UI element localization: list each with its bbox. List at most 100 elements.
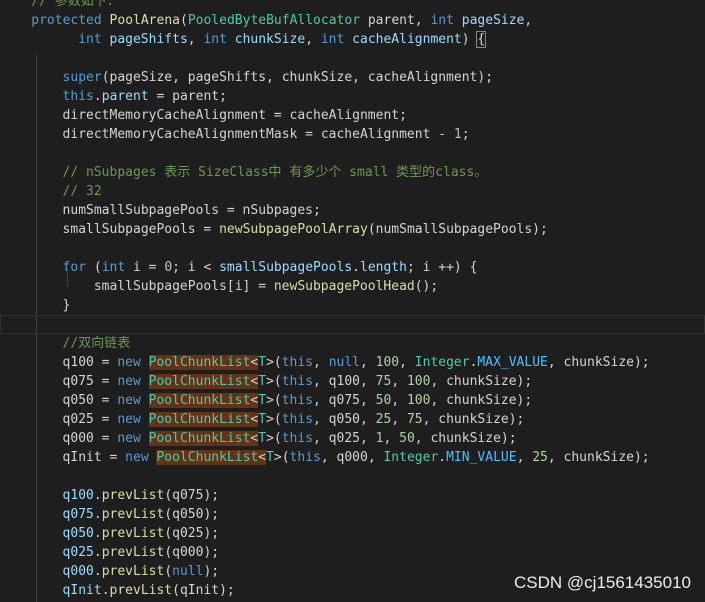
code-line[interactable]: q025.prevList(q000);: [0, 543, 705, 562]
code-token: newSubpagePoolArray: [219, 222, 368, 237]
code-token: 0: [164, 260, 173, 275]
code-line[interactable]: directMemoryCacheAlignment = cacheAlignm…: [0, 106, 705, 125]
code-token: q000: [62, 564, 94, 579]
code-token: prevList: [101, 488, 165, 503]
code-token: // 参数如下：: [31, 0, 120, 9]
code-line[interactable]: directMemoryCacheAlignmentMask = cacheAl…: [0, 125, 705, 144]
code-text: q025.prevList(q000);: [63, 543, 220, 562]
code-token: smallSubpagePools: [219, 260, 353, 275]
code-line[interactable]: q050.prevList(q025);: [0, 524, 705, 543]
code-token: 100: [375, 355, 400, 370]
code-token: ,: [305, 32, 321, 47]
code-line[interactable]: // nSubpages 表示 SizeClass中 有多少个 small 类型…: [0, 163, 705, 182]
code-token: .: [101, 583, 110, 598]
code-line[interactable]: for (int i = 0; i < smallSubpagePools.le…: [0, 258, 705, 277]
code-line[interactable]: // 32: [0, 182, 705, 201]
code-line[interactable]: protected PoolArena(PooledByteBufAllocat…: [0, 11, 705, 30]
code-token: q075: [62, 507, 94, 522]
code-text: // nSubpages 表示 SizeClass中 有多少个 small 类型…: [63, 163, 488, 182]
code-token: 25: [375, 412, 392, 427]
code-token: .: [93, 545, 102, 560]
code-line[interactable]: smallSubpagePools = newSubpagePoolArray(…: [0, 220, 705, 239]
code-token: Integer: [414, 355, 470, 370]
code-token: .: [93, 526, 102, 541]
code-token: T: [258, 412, 267, 427]
code-line[interactable]: }: [0, 296, 705, 315]
code-line[interactable]: super(pageSize, pageShifts, chunkSize, c…: [0, 68, 705, 87]
code-text: //双向链表: [63, 334, 131, 353]
code-token: this: [281, 431, 314, 446]
code-line[interactable]: q100 = new PoolChunkList<T>(this, null, …: [0, 353, 705, 372]
code-token: (q025);: [164, 526, 220, 541]
code-token: >(: [266, 431, 282, 446]
code-line[interactable]: smallSubpagePools[i] = newSubpagePoolHea…: [0, 277, 705, 296]
code-token: , q075,: [313, 393, 376, 408]
code-editor[interactable]: // 参数如下： protected PoolArena(PooledByteBu…: [0, 0, 705, 602]
code-line[interactable]: [0, 467, 705, 486]
code-line[interactable]: q025 = new PoolChunkList<T>(this, q050, …: [0, 410, 705, 429]
code-token: q025: [62, 545, 94, 560]
code-line[interactable]: int pageShifts, int chunkSize, int cache…: [0, 30, 705, 49]
code-text: q050.prevList(q025);: [63, 524, 220, 543]
code-text: // 32: [63, 182, 102, 201]
code-line[interactable]: [0, 239, 705, 258]
code-line[interactable]: [0, 144, 705, 163]
code-token: this: [281, 412, 314, 427]
code-line[interactable]: // 参数如下：: [0, 0, 705, 11]
code-line[interactable]: [0, 49, 705, 68]
code-line[interactable]: //双向链表: [0, 334, 705, 353]
code-line[interactable]: qInit = new PoolChunkList<T>(this, q000,…: [0, 448, 705, 467]
code-token: (q000);: [164, 545, 220, 560]
code-line[interactable]: numSmallSubpagePools = nSubpages;: [0, 201, 705, 220]
code-token: prevList: [101, 564, 165, 579]
current-line[interactable]: [0, 315, 705, 334]
code-token: , chunkSize);: [430, 393, 533, 408]
code-token: new: [117, 355, 141, 370]
code-text: q100.prevList(q075);: [63, 486, 220, 505]
code-token: 75: [375, 374, 392, 389]
code-token: PooledByteBufAllocator: [187, 13, 361, 28]
code-token: );: [203, 564, 220, 579]
code-token: , q025,: [313, 431, 376, 446]
code-token: ,: [391, 374, 407, 389]
code-token: ; i <: [172, 260, 220, 275]
code-token: PoolChunkList: [148, 374, 251, 389]
code-token: directMemoryCacheAlignmentMask = cacheAl…: [62, 127, 454, 142]
code-token: PoolChunkList: [148, 431, 251, 446]
code-line[interactable]: q075.prevList(q050);: [0, 505, 705, 524]
code-token: parent,: [360, 13, 431, 28]
code-token: >(: [266, 355, 282, 370]
code-token: q100 =: [62, 355, 118, 370]
code-token: this: [289, 450, 321, 465]
code-line[interactable]: q100.prevList(q075);: [0, 486, 705, 505]
code-token: , chunkSize);: [547, 355, 650, 370]
code-token: super: [62, 70, 102, 85]
code-token: >(: [266, 412, 282, 427]
code-token: T: [258, 374, 267, 389]
code-text: smallSubpagePools[i] = newSubpagePoolHea…: [94, 277, 438, 296]
watermark-text: CSDN @cj1561435010: [514, 573, 691, 592]
code-token: length: [360, 260, 407, 275]
code-line[interactable]: q075 = new PoolChunkList<T>(this, q100, …: [0, 372, 705, 391]
code-token: MIN_VALUE: [446, 450, 517, 465]
code-token: cacheAlignment: [352, 32, 462, 47]
code-text: }: [63, 296, 71, 315]
code-token: 1: [453, 127, 462, 142]
code-line[interactable]: q050 = new PoolChunkList<T>(this, q075, …: [0, 391, 705, 410]
code-line[interactable]: this.parent = parent;: [0, 87, 705, 106]
code-token: qInit =: [62, 450, 126, 465]
code-token: >(: [266, 374, 282, 389]
code-token: T: [258, 355, 267, 370]
code-token: prevList: [101, 507, 165, 522]
code-token: , q050,: [313, 412, 376, 427]
code-token: i =: [125, 260, 165, 275]
code-text: for (int i = 0; i < smallSubpagePools.le…: [63, 258, 478, 277]
code-token: , chunkSize);: [430, 374, 533, 389]
code-text: directMemoryCacheAlignmentMask = cacheAl…: [63, 125, 470, 144]
code-token: directMemoryCacheAlignment = cacheAlignm…: [62, 108, 407, 123]
code-line[interactable]: q000 = new PoolChunkList<T>(this, q025, …: [0, 429, 705, 448]
code-text: // 参数如下：: [31, 0, 119, 11]
